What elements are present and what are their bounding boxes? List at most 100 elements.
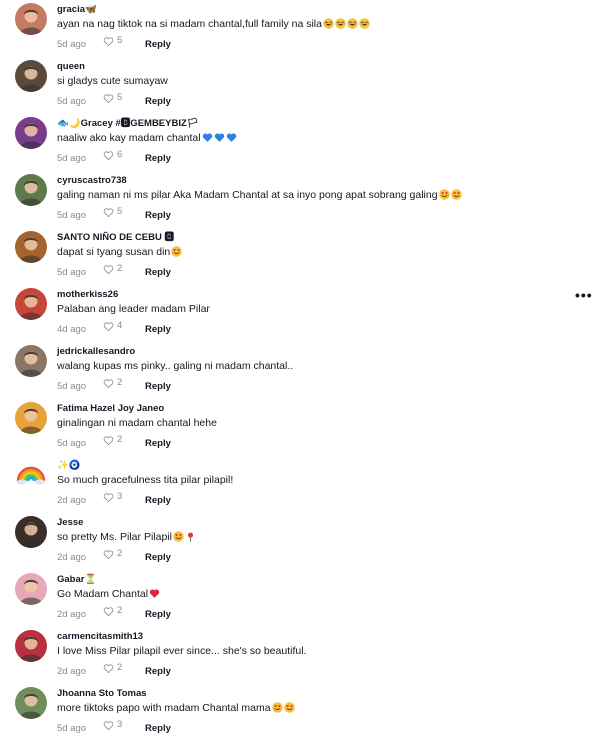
avatar[interactable] [15, 402, 47, 434]
comment-timestamp: 2d ago [57, 608, 87, 620]
comment-timestamp: 5d ago [57, 722, 87, 734]
comment-username[interactable]: carmencitasmith13 [57, 631, 143, 643]
heart-icon [103, 378, 114, 389]
like-button[interactable]: 2 [103, 262, 127, 276]
comment-meta: 4d ago 4 Reply [57, 319, 171, 335]
avatar[interactable] [15, 288, 47, 320]
comment-username[interactable]: 🐟🌙Gracey #🅱GEMBEYBIZ🏳 [57, 118, 199, 130]
heart-icon [103, 663, 114, 674]
comment-username[interactable]: SANTO NIÑO DE CEBU 🅱 [57, 232, 174, 244]
like-button[interactable]: 2 [103, 433, 127, 447]
like-button[interactable]: 3 [103, 718, 127, 732]
avatar[interactable] [15, 117, 47, 149]
like-button[interactable]: 4 [103, 319, 127, 333]
like-button[interactable]: 5 [103, 34, 127, 48]
comment-timestamp: 2d ago [57, 551, 87, 563]
laugh-emoji-icon [335, 18, 346, 33]
rose-emoji-icon [185, 531, 196, 546]
more-options-button[interactable]: ••• [575, 288, 593, 302]
avatar[interactable] [15, 3, 47, 35]
like-button[interactable]: 2 [103, 376, 127, 390]
like-button[interactable]: 2 [103, 661, 127, 675]
reply-button[interactable]: Reply [145, 38, 171, 52]
comment-timestamp: 2d ago [57, 665, 87, 677]
comment-text: naaliw ako kay madam chantal [57, 131, 237, 147]
like-button[interactable]: 2 [103, 604, 127, 618]
comment-meta: 2d ago 2 Reply [57, 547, 171, 563]
reply-button[interactable]: Reply [145, 665, 171, 679]
comment-body: Go Madam Chantal [57, 588, 149, 600]
avatar[interactable] [15, 630, 47, 662]
avatar[interactable] [15, 459, 47, 491]
reply-button[interactable]: Reply [145, 209, 171, 223]
laugh-emoji-icon [347, 18, 358, 33]
comment-username[interactable]: jedrickallesandro [57, 346, 135, 358]
like-button[interactable]: 3 [103, 490, 127, 504]
comment-body: naaliw ako kay madam chantal [57, 132, 201, 144]
avatar[interactable] [15, 174, 47, 206]
reply-button[interactable]: Reply [145, 608, 171, 622]
comment-username[interactable]: Jesse [57, 517, 83, 529]
comment-username[interactable]: Jhoanna Sto Tomas [57, 688, 147, 700]
comment-timestamp: 5d ago [57, 38, 87, 50]
reply-button[interactable]: Reply [145, 95, 171, 109]
hearteyes-emoji-icon [171, 246, 182, 261]
reply-button[interactable]: Reply [145, 551, 171, 565]
comment-text: ayan na nag tiktok na si madam chantal,f… [57, 17, 370, 33]
comment-text: Go Madam Chantal [57, 587, 160, 603]
comment-text: walang kupas ms pinky.. galing ni madam … [57, 359, 293, 373]
comment-text: Palaban ang leader madam Pilar [57, 302, 210, 316]
comment-item: cyruscastro738 galing naman ni ms pilar A… [0, 171, 600, 228]
like-button[interactable]: 5 [103, 205, 127, 219]
comment-timestamp: 4d ago [57, 323, 87, 335]
avatar[interactable] [15, 516, 47, 548]
comment-username[interactable]: motherkiss26 [57, 289, 118, 301]
like-count: 2 [117, 662, 123, 673]
reply-button[interactable]: Reply [145, 437, 171, 451]
heart-icon [103, 492, 114, 503]
reply-button[interactable]: Reply [145, 266, 171, 280]
like-button[interactable]: 5 [103, 91, 127, 105]
comment-body: So much gracefulness tita pilar pilapil! [57, 474, 234, 486]
reply-button[interactable]: Reply [145, 494, 171, 508]
comment-username[interactable]: Gabar⏳ [57, 574, 96, 586]
comment-item: carmencitasmith13 I love Miss Pilar pilap… [0, 627, 600, 684]
comment-body: ayan na nag tiktok na si madam chantal,f… [57, 18, 322, 30]
blueheart-emoji-icon [214, 132, 225, 147]
heart-icon [103, 321, 114, 332]
comment-username[interactable]: cyruscastro738 [57, 175, 127, 187]
redheart-emoji-icon [149, 588, 160, 603]
blueheart-emoji-icon [226, 132, 237, 147]
comment-username[interactable]: ✨🧿 [57, 460, 81, 472]
like-button[interactable]: 6 [103, 148, 127, 162]
heart-icon [103, 435, 114, 446]
comment-meta: 5d ago 5 Reply [57, 91, 171, 107]
avatar[interactable] [15, 231, 47, 263]
reply-button[interactable]: Reply [145, 380, 171, 394]
like-count: 2 [117, 605, 123, 616]
heart-icon [103, 207, 114, 218]
comment-timestamp: 5d ago [57, 380, 87, 392]
comment-meta: 5d ago 5 Reply [57, 205, 171, 221]
comment-item: 🐟🌙Gracey #🅱GEMBEYBIZ🏳 naaliw ako kay mada… [0, 114, 600, 171]
comment-body: dapat si tyang susan din [57, 246, 171, 258]
avatar[interactable] [15, 687, 47, 719]
comment-text: ginalingan ni madam chantal hehe [57, 416, 217, 430]
reply-button[interactable]: Reply [145, 152, 171, 166]
like-count: 3 [117, 719, 123, 730]
like-count: 5 [117, 206, 123, 217]
reply-button[interactable]: Reply [145, 722, 171, 736]
comment-username[interactable]: Fatima Hazel Joy Janeo [57, 403, 164, 415]
reply-button[interactable]: Reply [145, 323, 171, 337]
avatar[interactable] [15, 573, 47, 605]
comment-item: motherkiss26 Palaban ang leader madam Pil… [0, 285, 600, 342]
comment-body: I love Miss Pilar pilapil ever since... … [57, 645, 307, 657]
comment-username[interactable]: queen [57, 61, 85, 73]
like-button[interactable]: 2 [103, 547, 127, 561]
comment-username[interactable]: gracia🦋 [57, 4, 97, 16]
avatar[interactable] [15, 345, 47, 377]
avatar[interactable] [15, 60, 47, 92]
comment-timestamp: 5d ago [57, 437, 87, 449]
heart-icon [103, 549, 114, 560]
comment-item: gracia🦋 ayan na nag tiktok na si madam ch… [0, 0, 600, 57]
